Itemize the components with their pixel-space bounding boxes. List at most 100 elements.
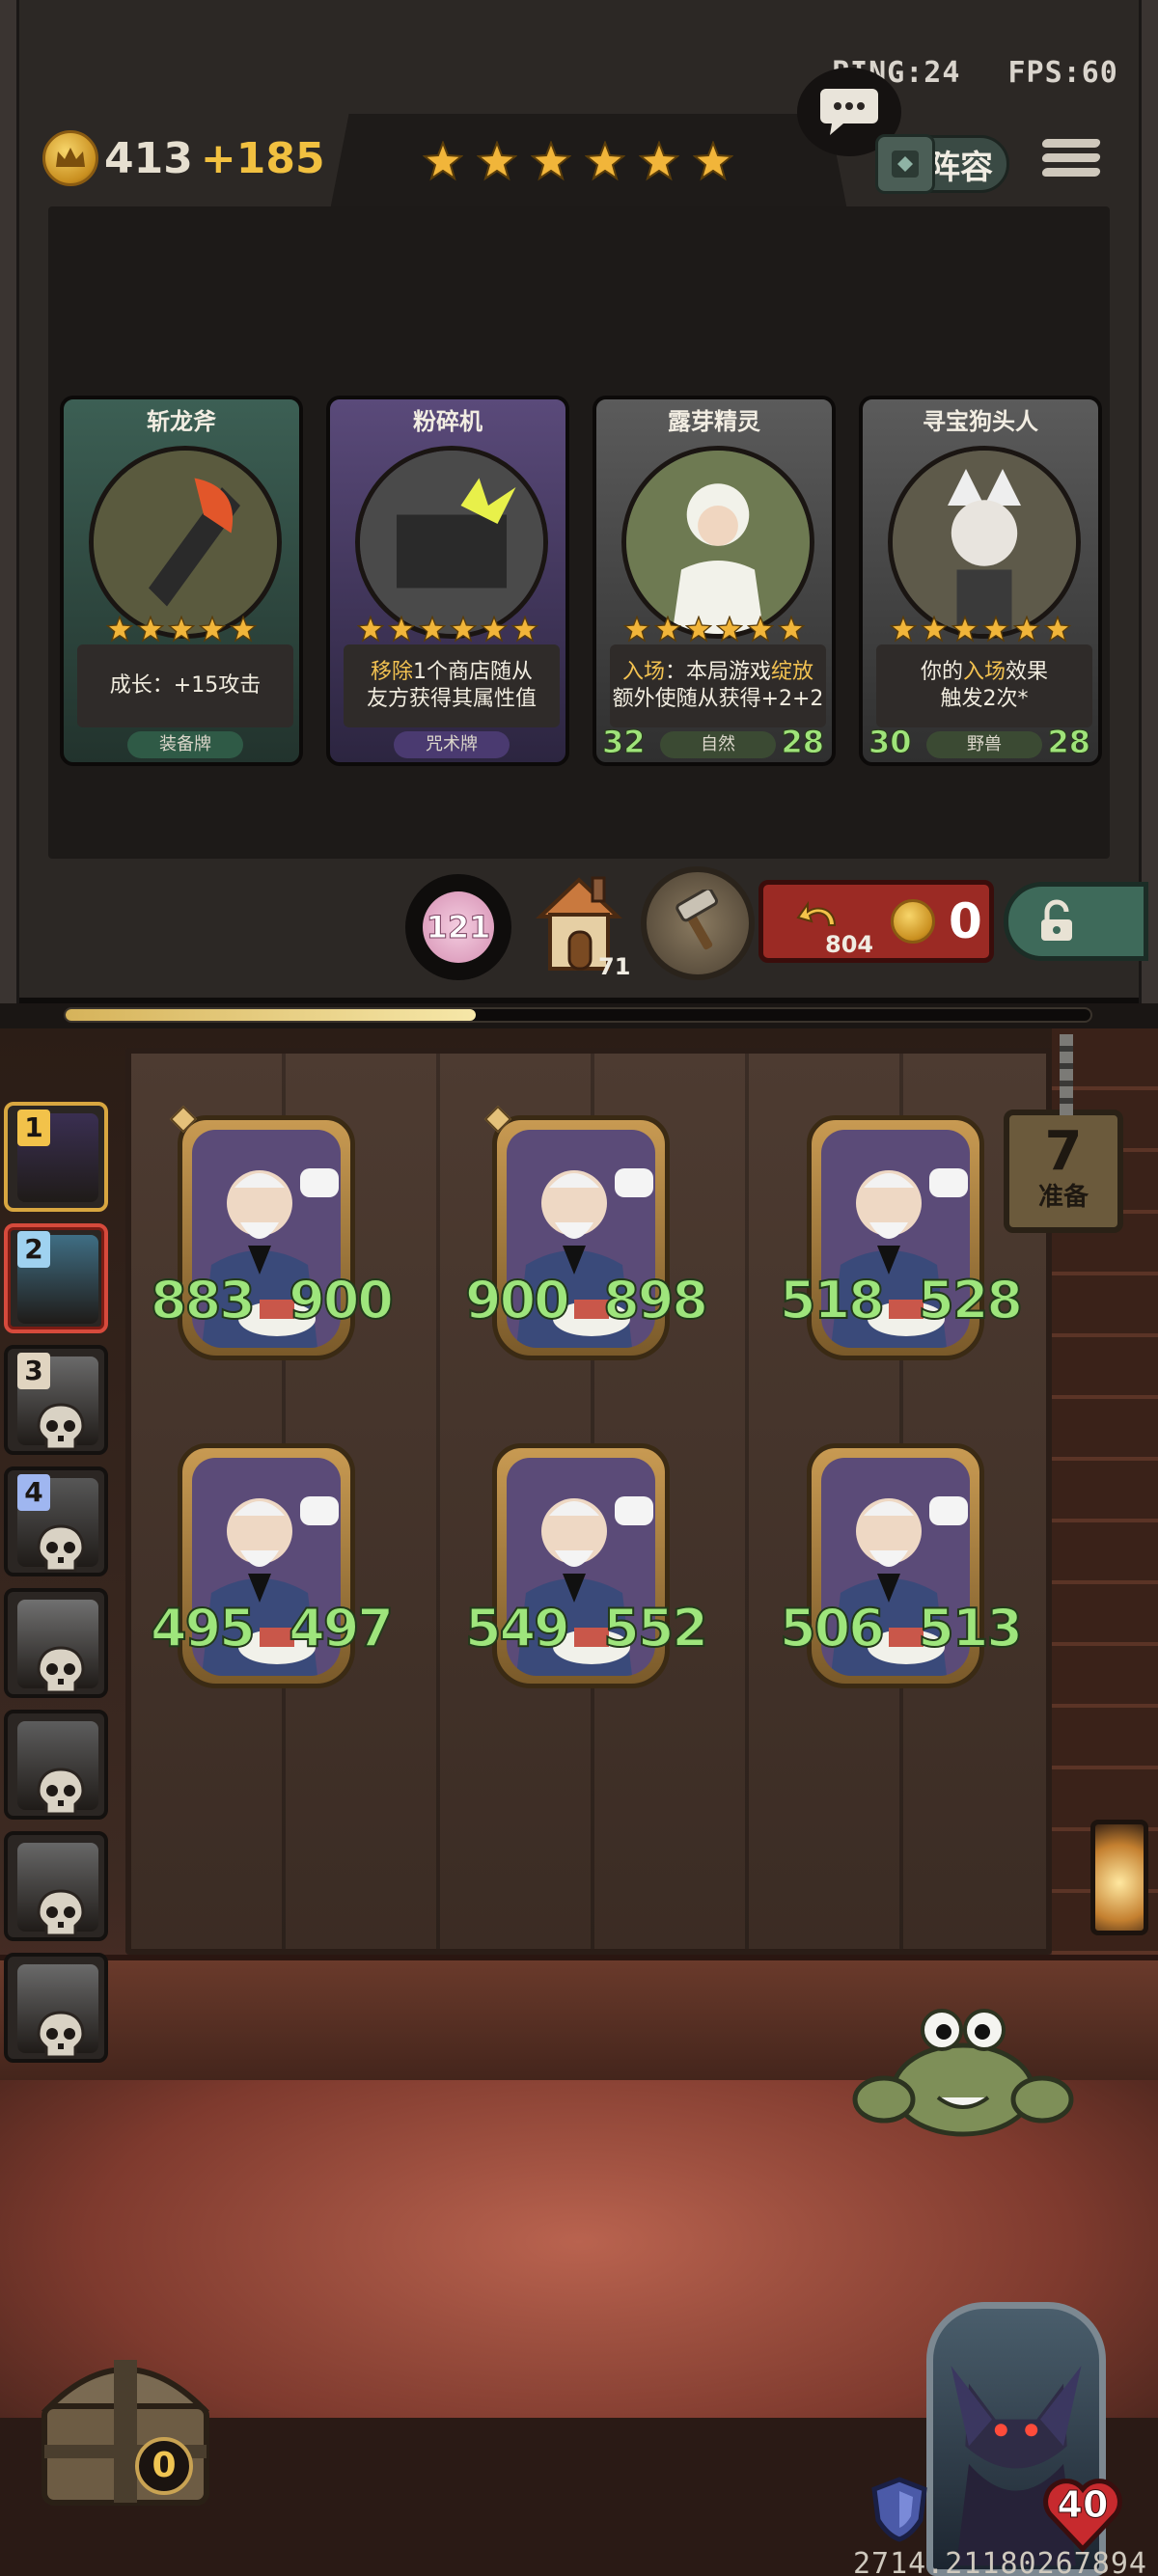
minion-card[interactable]: 506 513 (779, 1439, 1024, 1692)
crab-pet-icon[interactable] (849, 1997, 1077, 2142)
card-title: 斩龙斧 (147, 408, 216, 435)
lantern-icon (1090, 1820, 1148, 1935)
game-board: 1 2 3 4 7 准备 883 900 900 898 518 528 495 497 549 552… (0, 1028, 1158, 2576)
star-icon (477, 141, 517, 181)
upgrade-tavern-button[interactable] (641, 866, 755, 980)
star-icon (531, 141, 571, 181)
card-type: 自然 (660, 731, 776, 758)
star-icon (230, 616, 257, 643)
star-icon (481, 616, 508, 643)
refresh-count-value: 121 (426, 909, 491, 946)
shop-card[interactable]: 寻宝狗头人 你的入场效果 触发2次* 野兽 30 28 (859, 396, 1102, 766)
minion-card[interactable]: 495 497 (150, 1439, 395, 1692)
card-portrait (355, 446, 548, 639)
shop-card[interactable]: 粉碎机 移除1个商店随从 友方获得其属性值 咒术牌 (326, 396, 569, 766)
card-stars (596, 616, 832, 643)
unlock-icon (1041, 899, 1072, 941)
opponent-slot[interactable] (4, 1953, 108, 2063)
minion-attack: 883 (150, 1269, 257, 1331)
minion-card[interactable]: 518 528 (779, 1111, 1024, 1364)
opponent-slot[interactable] (4, 1831, 108, 1941)
chest-count: 0 (135, 2437, 193, 2495)
star-icon (693, 141, 733, 181)
shop-frame-right (1139, 0, 1158, 1003)
reroll-cost: 0 (949, 893, 982, 949)
opponent-slot[interactable] (4, 1588, 108, 1698)
star-icon (585, 141, 625, 181)
menu-bar (1041, 168, 1101, 177)
fps-readout: FPS:60 (1007, 56, 1118, 90)
chain (1060, 1034, 1073, 1115)
star-icon (168, 616, 195, 643)
opponent-slot[interactable]: 4 (4, 1466, 108, 1576)
card-portrait (621, 446, 814, 639)
card-stars (330, 616, 565, 643)
card-portrait (89, 446, 282, 639)
treasure-chest-icon[interactable] (19, 2321, 232, 2524)
card-description-line: 入场：本局游戏绽放 (622, 659, 813, 686)
description-text: 友方获得其属性值 (366, 687, 537, 711)
gold-coin-icon (42, 130, 98, 186)
prep-count: 7 (1044, 1120, 1083, 1183)
star-icon (921, 616, 948, 643)
description-text: +15攻击 (173, 673, 262, 698)
gold-display: 413 +185 (42, 127, 325, 189)
minion-card[interactable]: 883 900 (150, 1105, 395, 1364)
lineup-button[interactable]: 阵容 (875, 134, 1009, 194)
card-description: 你的入场效果 触发2次* (876, 644, 1092, 727)
preparation-sign: 7 准备 (1004, 1034, 1123, 1233)
keyword: 入场 (621, 660, 665, 684)
opponent-slot[interactable] (4, 1710, 108, 1820)
description-text: 额外使随从获得+2+2 (612, 687, 824, 711)
minion-card[interactable]: 549 552 (464, 1439, 709, 1692)
opponent-slot[interactable]: 3 (4, 1345, 108, 1455)
minion-attack: 549 (464, 1597, 571, 1659)
keyword: 绽放 (771, 660, 814, 684)
skull-icon (37, 1768, 85, 1816)
hero-health: 40 (1057, 2483, 1109, 2527)
minion-health: 497 (288, 1597, 395, 1659)
opponent-slot[interactable]: 2 (4, 1223, 108, 1333)
star-icon (388, 616, 415, 643)
shop-card[interactable]: 斩龙斧成长：+15攻击装备牌 (60, 396, 303, 766)
shop-card[interactable]: 露芽精灵 入场：本局游戏绽放 额外使随从获得+2+2 自然 32 28 (593, 396, 836, 766)
description-text: ：本局游戏 (664, 660, 771, 684)
gold-income: +185 (200, 133, 325, 183)
minion-health: 552 (602, 1597, 709, 1659)
build-id: 2714.21180267894 (853, 2547, 1147, 2576)
freeze-shop-button[interactable] (1004, 882, 1148, 961)
star-icon (106, 616, 133, 643)
star-icon (511, 616, 538, 643)
star-icon (951, 616, 979, 643)
minion-attack: 900 (464, 1269, 571, 1331)
refresh-counter[interactable]: 121 (405, 874, 511, 980)
coin-icon (891, 899, 935, 944)
opponent-rank: 4 (17, 1474, 50, 1511)
card-description: 移除1个商店随从 友方获得其属性值 (344, 644, 560, 727)
keyword: 移除 (370, 660, 413, 684)
card-attack: 32 (602, 724, 647, 761)
house-count: 71 (598, 953, 631, 980)
tavern-xp-bar (64, 1007, 1092, 1023)
minion-card[interactable]: 900 898 (464, 1105, 709, 1364)
card-health: 28 (1047, 724, 1091, 761)
armor-shield-icon (871, 2477, 927, 2542)
star-icon (654, 616, 681, 643)
card-type: 咒术牌 (394, 731, 510, 758)
opponent-rank: 1 (17, 1110, 50, 1146)
description-text: 效果 (1006, 660, 1049, 684)
card-description: 入场：本局游戏绽放 额外使随从获得+2+2 (610, 644, 826, 727)
skull-icon (37, 1403, 85, 1451)
description-text: 1个商店随从 (413, 660, 533, 684)
star-icon (982, 616, 1009, 643)
card-description-line: 移除1个商店随从 (371, 659, 533, 686)
reroll-button[interactable]: 804 0 (758, 880, 994, 963)
description-text: 成长： (109, 673, 174, 698)
card-type: 装备牌 (127, 731, 243, 758)
tavern-stars (423, 141, 733, 181)
opponent-slot[interactable]: 1 (4, 1102, 108, 1212)
gold-amount: 413 (104, 133, 193, 183)
star-icon (747, 616, 774, 643)
lineup-book-icon (875, 134, 935, 194)
menu-button[interactable] (1041, 133, 1101, 193)
